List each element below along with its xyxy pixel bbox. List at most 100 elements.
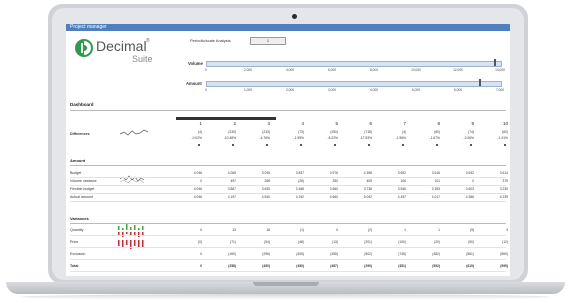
status-dot — [266, 144, 268, 146]
amount-cell: 3 393 — [431, 187, 440, 191]
slider-tick: 0 — [205, 88, 207, 92]
volume-slider[interactable] — [206, 61, 502, 67]
amount-cell: (26) — [298, 179, 304, 183]
amount-cell: 250 — [332, 179, 338, 183]
variance-cell: (201) — [364, 240, 372, 244]
slider-tick: 14,000 — [495, 68, 505, 72]
logo-mark-icon — [75, 39, 93, 57]
amount-cell: 379 — [502, 179, 508, 183]
amount-row-label: Actual amount — [70, 195, 93, 199]
status-dot — [504, 144, 506, 146]
difference-pct: -4.76% — [259, 136, 270, 140]
difference-pct: -10.48% — [223, 136, 236, 140]
slider-tick: 2,000 — [244, 68, 252, 72]
camera-icon — [292, 14, 297, 19]
amount-row-label: Budget — [70, 171, 82, 175]
difference-value: (4) — [197, 130, 202, 134]
brand-name: Decimal — [96, 38, 147, 54]
amount-cell: 3 632 — [465, 171, 474, 175]
amount-cell: 0 — [200, 179, 202, 183]
amount-section-title: Amount — [70, 158, 86, 163]
divider — [70, 110, 506, 111]
laptop-notch — [253, 282, 319, 286]
brand-mark: ® — [146, 38, 150, 44]
amount-cell: 4 046 — [193, 171, 202, 175]
amount-cell: 3 546 — [397, 187, 406, 191]
difference-pct: -17.93% — [359, 136, 372, 140]
differences-label: Differences — [70, 132, 90, 136]
variances-title: Variances — [70, 216, 89, 221]
difference-pct: -6.22% — [327, 136, 338, 140]
variance-cell: (450) — [296, 264, 304, 268]
amount-cell: 4 065 — [227, 171, 236, 175]
laptop-shadow — [20, 294, 551, 300]
variance-cell: (258) — [228, 264, 236, 268]
status-dot — [232, 144, 234, 146]
slider-tick: 0 — [205, 68, 207, 72]
variance-cell: 1 — [438, 228, 440, 232]
difference-pct: -1.95% — [293, 136, 304, 140]
amount-cell: 497 — [230, 179, 236, 183]
slider-tick: 2,000 — [286, 88, 294, 92]
variance-cell: (296) — [262, 252, 270, 256]
amount-cell: 3 976 — [329, 171, 338, 175]
amount-cell: 3 603 — [465, 187, 474, 191]
amount-cell: 5 042 — [363, 195, 372, 199]
amount-slider[interactable] — [206, 81, 502, 87]
volume-slider-thumb[interactable] — [494, 59, 497, 66]
variance-cell: (5) — [469, 228, 474, 232]
variance-cell: (160) — [228, 252, 236, 256]
volume-label: Volume — [188, 61, 203, 66]
column-header: 5 — [335, 121, 338, 126]
dashboard-title: Dashboard — [70, 102, 94, 107]
slider-tick: 4,000 — [370, 88, 378, 92]
variance-cell: (450) — [262, 264, 270, 268]
variance-cell: (48) — [298, 240, 304, 244]
variance-cell: (405) — [296, 252, 304, 256]
column-header: 1 — [199, 121, 202, 126]
status-dot — [198, 144, 200, 146]
amount-cell: 3 616 — [431, 171, 440, 175]
column-header: 7 — [403, 121, 406, 126]
amount-cell: 101 — [434, 179, 440, 183]
amount-cell: 4 239 — [499, 195, 508, 199]
difference-value: (233) — [262, 130, 270, 134]
amount-cell: 3 468 — [295, 187, 304, 191]
amount-label: Amount — [186, 81, 202, 86]
variance-cell: (2) — [367, 228, 372, 232]
variance-cell: 0 — [336, 228, 338, 232]
sensitivity-select[interactable]: 1 — [250, 37, 286, 45]
status-dot — [436, 144, 438, 146]
row-divider — [70, 185, 506, 186]
amount-cell: 3 738 — [363, 187, 372, 191]
variance-cell: (619) — [466, 264, 474, 268]
variance-row-label: Total — [70, 264, 79, 268]
column-header: 10 — [502, 121, 508, 126]
row-divider — [70, 177, 506, 178]
amount-cell: 4 192 — [295, 195, 304, 199]
amount-slider-thumb[interactable] — [479, 79, 482, 86]
amount-cell: 4 366 — [465, 195, 474, 199]
status-dot — [300, 144, 302, 146]
row-divider — [70, 259, 506, 260]
amount-cell: 4 497 — [397, 195, 406, 199]
variance-cell: 18 — [266, 228, 270, 232]
window-title: Project manager — [70, 24, 107, 30]
variance-cell: (50) — [468, 240, 474, 244]
variance-row-label: Quantity — [70, 228, 84, 232]
slider-tick: 7,000 — [496, 88, 504, 92]
column-header: 3 — [267, 121, 270, 126]
variance-cell: (595) — [500, 264, 508, 268]
amount-cell: 3 837 — [295, 171, 304, 175]
variance-cell: (502) — [364, 252, 372, 256]
slider-tick: 6,000 — [328, 68, 336, 72]
column-header: 8 — [437, 121, 440, 126]
amount-cell: 4 398 — [363, 171, 372, 175]
app-screen: Project manager Decimal ® Suite Periodic… — [66, 24, 510, 276]
amount-cell: 3 230 — [499, 187, 508, 191]
variance-cell: (13) — [332, 240, 338, 244]
amount-cell: 106 — [400, 179, 406, 183]
variance-cell: (20) — [434, 240, 440, 244]
column-header: 6 — [369, 121, 372, 126]
amount-cell: 0 — [472, 179, 474, 183]
